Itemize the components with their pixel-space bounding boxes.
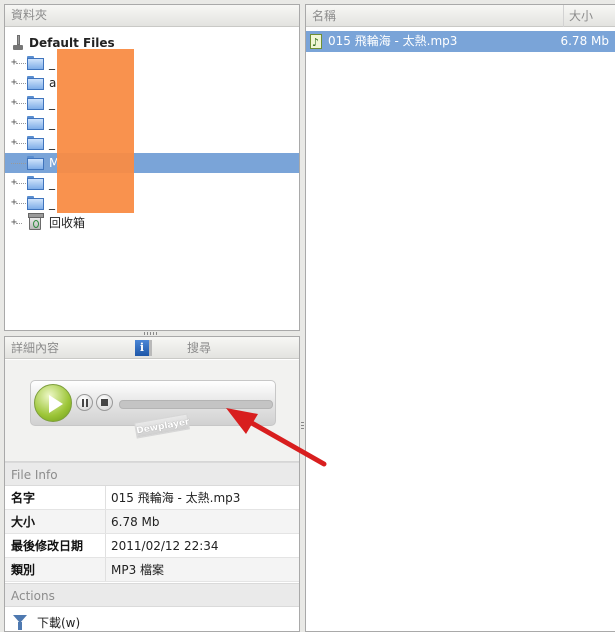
file-list-panel: 名稱 大小 015 飛輪海 - 太熱.mp3 6.78 Mb (305, 4, 615, 632)
info-key: 大小 (11, 515, 36, 529)
tree-folder-item[interactable]: + _ (5, 53, 299, 73)
file-row-selected[interactable]: 015 飛輪海 - 太熱.mp3 6.78 Mb (306, 31, 615, 53)
tree-root-default-files[interactable]: Default Files (5, 33, 299, 53)
tree-folder-label: _ (49, 196, 55, 210)
tree-folder-label: _ (49, 136, 55, 150)
info-row-name: 名字 015 飛輪海 - 太熱.mp3 (5, 486, 299, 510)
root-drive-icon (13, 35, 23, 51)
info-value: 015 飛輪海 - 太熱.mp3 (111, 491, 241, 505)
folder-tree-panel: 資料夾 Default Files + _ + a + _ + _ + _ M … (4, 4, 300, 331)
tab-details[interactable]: 詳細內容 (11, 337, 59, 359)
mp3-file-icon (310, 32, 322, 53)
folder-panel-header: 資料夾 (5, 5, 299, 27)
tree-trash-item[interactable]: + 回收箱 (5, 213, 299, 233)
download-icon (13, 615, 27, 631)
info-row-size: 大小 6.78 Mb (5, 510, 299, 534)
details-tabs-bar: 詳細內容 i 搜尋 (5, 337, 299, 359)
tree-folder-label: _ (49, 56, 55, 70)
recycle-bin-icon (28, 213, 44, 230)
file-name: 015 飛輪海 - 太熱.mp3 (328, 34, 458, 48)
folder-icon (27, 196, 44, 210)
folder-icon (27, 156, 44, 170)
tree-folder-label: _ (49, 96, 55, 110)
tree-folder-label: a (49, 76, 57, 90)
player-area: Dewplayer (5, 360, 299, 462)
tree-folder-item[interactable]: + _ (5, 193, 299, 213)
folder-icon (27, 76, 44, 90)
vertical-splitter-grip[interactable] (301, 422, 304, 430)
info-row-modified: 最後修改日期 2011/02/12 22:34 (5, 534, 299, 558)
tree-folder-label: _ (49, 116, 55, 130)
actions-header: Actions (5, 583, 299, 607)
tree-folder-label: _ (49, 176, 55, 190)
player-brand-label: Dewplayer (134, 413, 190, 439)
download-label: 下載(w) (37, 616, 81, 630)
tree-folder-item-selected[interactable]: M (5, 153, 299, 173)
folder-icon (27, 136, 44, 150)
folder-icon (27, 116, 44, 130)
tree-folder-item[interactable]: + _ (5, 173, 299, 193)
info-row-type: 類別 MP3 檔案 (5, 558, 299, 582)
pause-button[interactable] (76, 394, 93, 411)
tree-folder-item[interactable]: + _ (5, 93, 299, 113)
audio-player: Dewplayer (30, 380, 276, 439)
tab-search[interactable]: 搜尋 (187, 337, 211, 359)
info-value: 6.78 Mb (111, 515, 160, 529)
file-size: 6.78 Mb (560, 34, 609, 48)
progress-track[interactable] (119, 400, 273, 409)
tree-folder-item[interactable]: + _ (5, 133, 299, 153)
folder-icon (27, 176, 44, 190)
tree-folder-item[interactable]: + _ (5, 113, 299, 133)
file-info-header: File Info (5, 462, 299, 486)
column-header-size[interactable]: 大小 (569, 5, 593, 27)
info-key: 最後修改日期 (11, 539, 84, 553)
info-value: MP3 檔案 (111, 563, 165, 577)
column-header-name[interactable]: 名稱 (312, 5, 336, 27)
download-action[interactable]: 下載(w) (5, 613, 299, 631)
redaction-block (57, 49, 134, 213)
info-key: 類別 (11, 563, 36, 577)
trash-label: 回收箱 (49, 216, 86, 230)
play-button[interactable] (34, 384, 72, 422)
file-list-header: 名稱 大小 (306, 5, 615, 27)
folder-icon (27, 96, 44, 110)
info-key: 名字 (11, 491, 36, 505)
tree-folder-item[interactable]: + a (5, 73, 299, 93)
stop-button[interactable] (96, 394, 113, 411)
info-value: 2011/02/12 22:34 (111, 539, 219, 553)
info-icon[interactable]: i (135, 340, 152, 356)
horizontal-splitter-grip[interactable] (144, 332, 158, 335)
folder-icon (27, 56, 44, 70)
details-panel: 詳細內容 i 搜尋 Dewplayer File Info 名字 015 飛輪海… (4, 336, 300, 632)
